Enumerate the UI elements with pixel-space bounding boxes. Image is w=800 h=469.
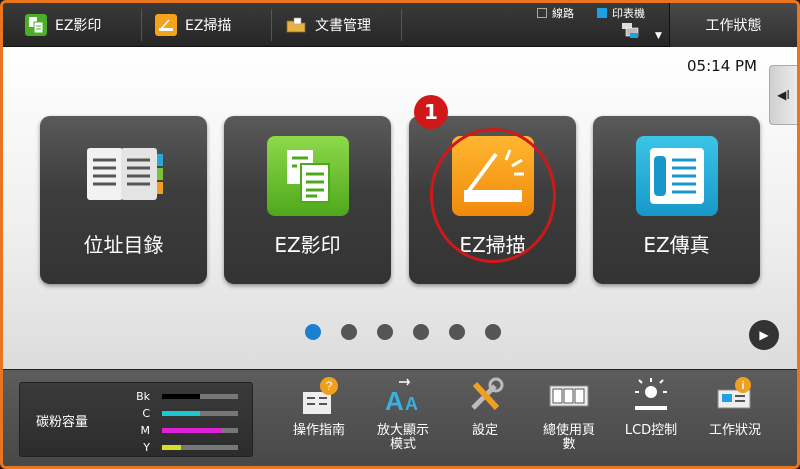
toner-color-name: Bk [136, 390, 150, 403]
page-dot[interactable] [485, 324, 501, 340]
clock: 05:14 PM [687, 57, 757, 75]
bottom-bar: 碳粉容量 Bk C M Y ? 操作指南 A A 放大顯示 模式 設定 總使用頁… [3, 369, 797, 466]
toner-row-y: Y [120, 441, 238, 454]
page-dot[interactable] [449, 324, 465, 340]
guide-icon: ? [299, 376, 339, 416]
printer-status-label: 印表機 [612, 7, 645, 20]
copy-icon [266, 136, 349, 216]
toner-color-name: Y [143, 441, 150, 454]
toner-bar [162, 411, 238, 416]
lcd-control-button[interactable]: LCD控制 [614, 376, 688, 438]
toner-label: 碳粉容量 [36, 415, 89, 430]
toner-color-name: C [142, 407, 150, 420]
bottom-item-label: 工作狀況 [708, 423, 761, 438]
settings-tools-icon [465, 376, 505, 416]
line-indicator [537, 8, 547, 18]
tab-ez-copy[interactable]: EZ影印 [25, 3, 101, 47]
settings-button[interactable]: 設定 [448, 376, 522, 438]
callout-badge: 1 [414, 95, 448, 129]
top-bar: EZ影印 EZ掃描 文書管理 線路 印表機 ▼ 工作狀態 [3, 3, 797, 47]
page-dot[interactable] [341, 324, 357, 340]
side-panel-toggle[interactable]: ◀Ι [769, 65, 797, 125]
toner-fill [162, 411, 200, 416]
svg-text:A: A [405, 394, 418, 414]
divider [401, 9, 402, 41]
job-status-icon: i [715, 376, 755, 416]
counter-icon [549, 376, 589, 416]
magnified-display-button[interactable]: A A 放大顯示 模式 [366, 376, 440, 452]
tile-label: EZ影印 [274, 233, 341, 257]
svg-text:?: ? [326, 379, 333, 393]
next-page-button[interactable]: ▶ [749, 320, 779, 350]
toner-color-name: M [140, 424, 151, 437]
printer-status: 印表機 [597, 5, 645, 21]
toner-level-panel[interactable]: 碳粉容量 Bk C M Y [19, 382, 253, 457]
tab-label: EZ掃描 [185, 18, 232, 34]
page-dot[interactable] [305, 324, 321, 340]
scan-icon [155, 14, 177, 36]
folder-icon [285, 14, 307, 36]
fax-icon [635, 136, 718, 216]
highlight-circle [430, 128, 556, 263]
page-dot[interactable] [413, 324, 429, 340]
page-dot[interactable] [377, 324, 393, 340]
toner-row-bk: Bk [120, 390, 238, 403]
bottom-item-label: LCD控制 [624, 423, 678, 438]
tab-document-filing[interactable]: 文書管理 [285, 3, 371, 47]
work-status-button[interactable]: 工作狀態 [669, 3, 797, 47]
screen-frame: EZ影印 EZ掃描 文書管理 線路 印表機 ▼ 工作狀態 05:14 PM ◀Ι… [0, 0, 800, 469]
operation-guide-button[interactable]: ? 操作指南 [282, 376, 356, 438]
play-arrow-icon: ▶ [759, 328, 769, 342]
tile-ez-copy[interactable]: EZ影印 [224, 116, 391, 284]
magnify-display-icon: A A [383, 376, 423, 416]
tab-label: 文書管理 [315, 18, 371, 34]
address-book-icon [83, 136, 165, 216]
line-status-label: 線路 [552, 7, 574, 20]
brightness-icon [631, 376, 671, 416]
toner-bar [162, 428, 238, 433]
page-indicator [305, 324, 501, 340]
tile-ez-fax[interactable]: EZ傳真 [593, 116, 760, 284]
tile-label: 位址目錄 [83, 233, 164, 257]
chevron-down-icon[interactable]: ▼ [655, 31, 662, 41]
toner-fill [162, 428, 222, 433]
tile-label: EZ傳真 [643, 233, 710, 257]
toner-row-c: C [120, 407, 238, 420]
bottom-item-label: 設定 [471, 423, 498, 438]
job-status-button[interactable]: i 工作狀況 [698, 376, 772, 438]
work-status-label: 工作狀態 [705, 18, 762, 34]
toner-bar [162, 394, 238, 399]
toner-bar [162, 445, 238, 450]
bottom-item-label: 總使用頁 數 [542, 423, 595, 452]
divider [141, 9, 142, 41]
home-screen: 05:14 PM ◀Ι 位址目錄 EZ影印 EZ掃描 EZ傳真 1 ▶ [3, 47, 797, 369]
bottom-item-label: 放大顯示 模式 [376, 423, 429, 452]
svg-text:A: A [385, 386, 404, 416]
tab-ez-scan[interactable]: EZ掃描 [155, 3, 231, 47]
tab-label: EZ影印 [55, 18, 102, 34]
divider [271, 9, 272, 41]
toner-fill [162, 394, 200, 399]
toner-fill [162, 445, 181, 450]
bottom-item-label: 操作指南 [292, 423, 345, 438]
copy-icon [25, 14, 47, 36]
printer-indicator [597, 8, 607, 18]
toner-row-m: M [120, 424, 238, 437]
total-count-button[interactable]: 總使用頁 數 [532, 376, 606, 452]
tile-address-book[interactable]: 位址目錄 [40, 116, 207, 284]
line-status: 線路 [537, 5, 574, 21]
job-queue-icon [622, 23, 640, 43]
svg-text:i: i [741, 380, 744, 392]
panel-expand-icon: ◀Ι [777, 88, 790, 102]
